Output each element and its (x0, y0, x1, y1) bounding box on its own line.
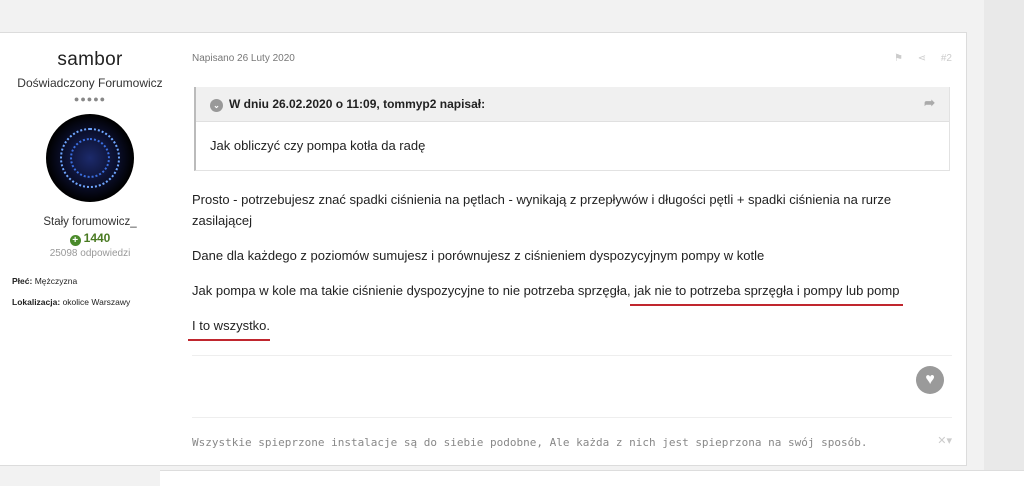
author-rank: Doświadczony Forumowicz (17, 76, 163, 90)
next-post-edge (160, 470, 1024, 486)
divider (192, 355, 952, 356)
post-body: Prosto - potrzebujesz znać spadki ciśnie… (192, 189, 952, 350)
quote-citation: W dniu 26.02.2020 o 11:09, tommyp2 napis… (229, 97, 486, 111)
reply-count: 25098 odpowiedzi (49, 248, 131, 259)
quote-header: ⌄ W dniu 26.02.2020 o 11:09, tommyp2 napi… (196, 87, 949, 122)
chevron-down-icon[interactable]: ⌄ (210, 99, 223, 112)
paragraph-1: Prosto - potrzebujesz znać spadki ciśnie… (192, 192, 892, 228)
paragraph-4-end: . (266, 318, 271, 333)
reputation-value: 1440 (83, 231, 111, 245)
gender-value: Mężczyzna (34, 276, 78, 286)
author-name[interactable]: sambor (0, 49, 180, 71)
avatar[interactable] (46, 114, 134, 202)
share-icon[interactable]: ⋖ (918, 53, 926, 64)
avatar-ring-inner (70, 138, 110, 178)
signature: Wszystkie spieprzone instalacje są do si… (192, 436, 868, 449)
rank-pips: ●●●●● (73, 94, 107, 104)
location-info: Lokalizacja: okolice Warszawy (12, 297, 130, 307)
quote-block: ⌄ W dniu 26.02.2020 o 11:09, tommyp2 napi… (194, 87, 950, 171)
author-panel: sambor Doświadczony Forumowicz ●●●●● Sta… (0, 33, 180, 465)
location-value: okolice Warszawy (62, 297, 131, 307)
go-to-quote-icon[interactable]: ➦ (924, 95, 935, 111)
member-title: Stały forumowicz_ (43, 216, 137, 228)
flag-icon[interactable]: ⚑ (894, 53, 903, 64)
paragraph-2: Dane dla każdego z poziomów sumujesz i p… (192, 248, 765, 263)
paragraph-4: I to wszystko. (192, 315, 952, 336)
location-label: Lokalizacja: (12, 297, 61, 307)
heart-icon[interactable]: ♥ (916, 366, 944, 394)
post-number[interactable]: #2 (941, 53, 952, 64)
post-actions: ⚑ ⋖ #2 (862, 53, 952, 64)
gender-label: Płeć: (12, 276, 33, 286)
post-date: Napisano 26 Luty 2020 (192, 53, 295, 64)
page-background (984, 0, 1024, 486)
plus-icon: + (69, 235, 81, 246)
signature-controls-icon[interactable]: ✕▾ (937, 434, 952, 447)
underlined-text: jak nie to potrzeba sprzęgła i pompy lub… (634, 283, 900, 298)
forum-post: sambor Doświadczony Forumowicz ●●●●● Sta… (0, 32, 967, 466)
signature-divider (192, 417, 952, 418)
reputation-badge: +1440 (0, 231, 180, 246)
paragraph-3: Jak pompa w kole ma takie ciśnienie dysp… (192, 280, 952, 301)
gender-info: Płeć: Mężczyzna (12, 276, 77, 286)
quote-text: Jak obliczyć czy pompa kotła da radę (210, 138, 426, 153)
underlined-conclusion: I to wszystko (192, 318, 267, 333)
paragraph-3-part-a: Jak pompa w kole ma takie ciśnienie dysp… (192, 283, 635, 298)
